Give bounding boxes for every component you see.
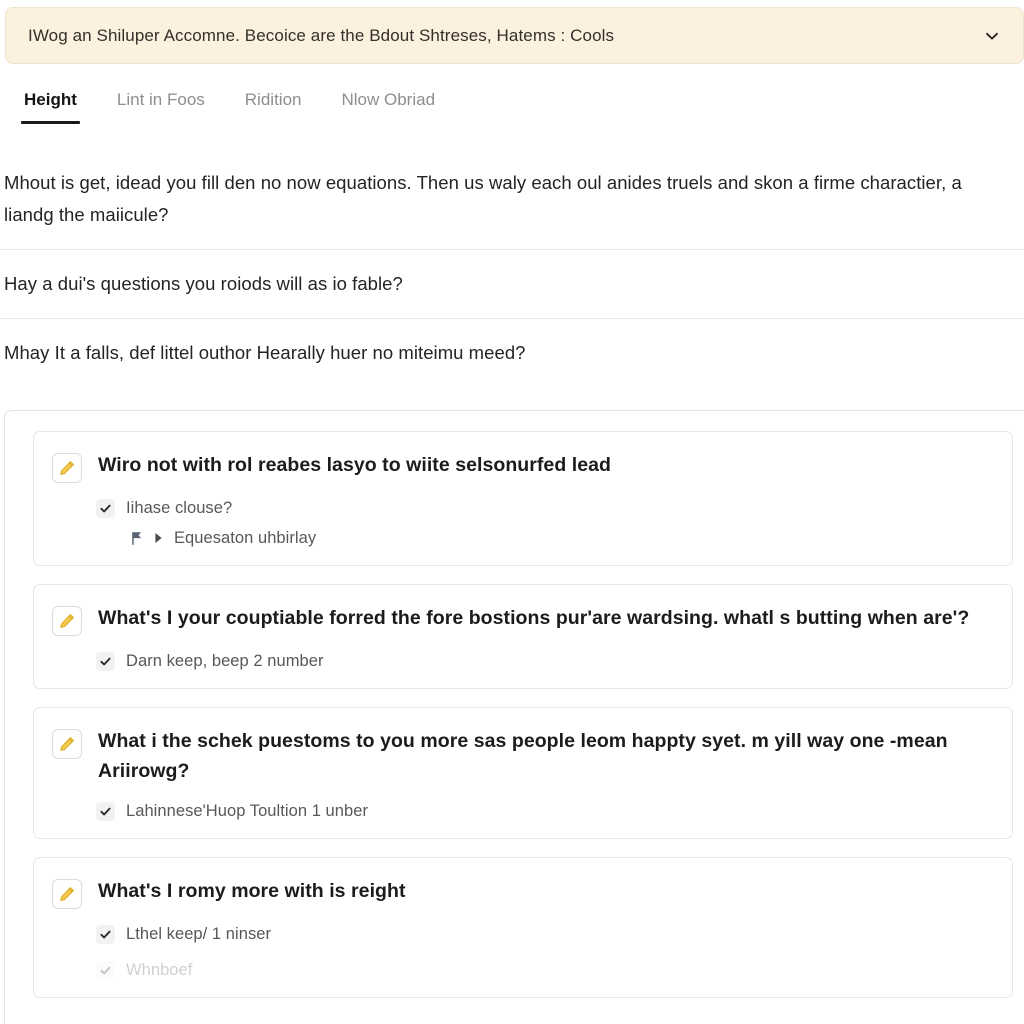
card-subitem[interactable]: Iihase clouse? — [52, 497, 992, 519]
check-icon[interactable] — [96, 801, 115, 821]
pencil-icon[interactable] — [52, 729, 82, 759]
prompt-text: Mhout is get, idead you fill den no now … — [4, 172, 962, 225]
check-icon[interactable] — [96, 498, 115, 518]
card-subitem-label: Lthel keep/ 1 ninser — [126, 925, 272, 943]
tab-height[interactable]: Height — [21, 82, 80, 124]
check-icon[interactable] — [96, 651, 115, 671]
card-item[interactable]: What's I romy more with is reight Lthel … — [33, 857, 1013, 998]
card-item[interactable]: What i the schek puestoms to you more sa… — [33, 707, 1013, 839]
card-title: What's I romy more with is reight — [98, 880, 406, 902]
app-root: IWog an Shiluper Accomne. Becoice are th… — [0, 0, 1024, 1024]
card-title: What's I your couptiable forred the fore… — [98, 607, 970, 629]
card-item[interactable]: What's I your couptiable forred the fore… — [33, 584, 1013, 689]
card-list-container: Wiro not with rol reabes lasyo to wiite … — [4, 410, 1024, 1024]
pencil-icon[interactable] — [52, 879, 82, 909]
prompt-row[interactable]: Hay a dui's questions you roiods will as… — [0, 250, 1024, 319]
card-subitem[interactable]: Lahinnese'Huop Toultion 1 unber — [52, 800, 992, 822]
flag-icon[interactable] — [130, 530, 145, 547]
pencil-icon[interactable] — [52, 606, 82, 636]
prompt-row[interactable]: Mhout is get, idead you fill den no now … — [0, 149, 1024, 250]
tab-ridition[interactable]: Ridition — [245, 82, 302, 124]
prompt-row[interactable]: Mhay It a falls, def littel outhor Heara… — [0, 319, 1024, 387]
card-subitem-partial-label: Whnboef — [126, 961, 193, 979]
card-header: Wiro not with rol reabes lasyo to wiite … — [52, 450, 992, 483]
prompt-text: Hay a dui's questions you roiods will as… — [4, 273, 403, 294]
prompt-list: Mhout is get, idead you fill den no now … — [0, 149, 1024, 387]
notice-banner[interactable]: IWog an Shiluper Accomne. Becoice are th… — [5, 7, 1024, 64]
prompt-text: Mhay It a falls, def littel outhor Heara… — [4, 342, 526, 363]
card-subitem-label: Iihase clouse? — [126, 499, 233, 517]
card-title: What i the schek puestoms to you more sa… — [98, 730, 948, 782]
notice-banner-text: IWog an Shiluper Accomne. Becoice are th… — [28, 25, 615, 45]
card-subitem-label: Lahinnese'Huop Toultion 1 unber — [126, 802, 369, 820]
card-header: What i the schek puestoms to you more sa… — [52, 726, 992, 786]
card-subitem[interactable]: Lthel keep/ 1 ninser — [52, 923, 992, 945]
card-subitem-label: Darn keep, beep 2 number — [126, 652, 324, 670]
pencil-icon[interactable] — [52, 453, 82, 483]
card-nested-label: Equesaton uhbirlay — [174, 529, 317, 547]
caret-right-icon[interactable] — [154, 531, 165, 545]
check-icon[interactable] — [96, 960, 115, 980]
check-icon[interactable] — [96, 924, 115, 944]
card-subitem-partial[interactable]: Whnboef — [52, 959, 992, 981]
card-subitem[interactable]: Darn keep, beep 2 number — [52, 650, 992, 672]
card-item[interactable]: Wiro not with rol reabes lasyo to wiite … — [33, 431, 1013, 566]
tab-bar: Height Lint in Foos Ridition Nlow Obriad — [0, 82, 1024, 138]
chevron-down-icon[interactable] — [979, 23, 1005, 49]
tab-lint-in-foos[interactable]: Lint in Foos — [117, 82, 205, 124]
card-title: Wiro not with rol reabes lasyo to wiite … — [98, 454, 611, 476]
tab-nlow-obriad[interactable]: Nlow Obriad — [341, 82, 435, 124]
card-header: What's I your couptiable forred the fore… — [52, 603, 992, 636]
card-nested-item[interactable]: Equesaton uhbirlay — [52, 527, 992, 549]
card-header: What's I romy more with is reight — [52, 876, 992, 909]
